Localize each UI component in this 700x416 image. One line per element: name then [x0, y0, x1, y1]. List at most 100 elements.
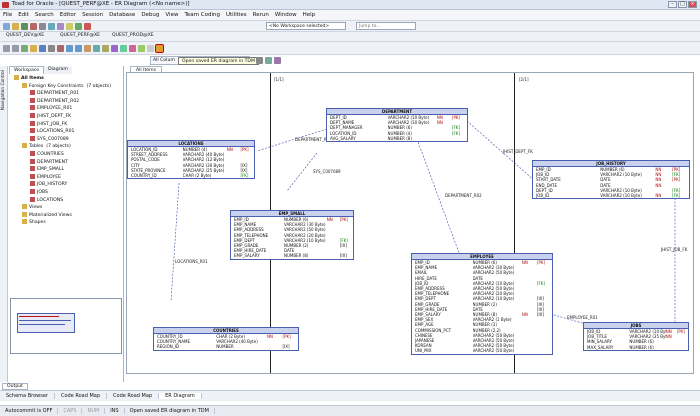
tab-workspace[interactable]: Workspace [9, 66, 45, 74]
grid-icon[interactable] [93, 45, 100, 52]
entity-department[interactable]: DEPARTMENT DEPT_ID VARCHAR2 (10 Byte) NN [PK… [326, 108, 468, 143]
entity-jobs[interactable]: JOBSJOB_IDVARCHAR2 (10 Byte)NN[PK]JOB_TI… [583, 322, 689, 351]
entity-locations[interactable]: LOCATIONS LOCATION_ID NUMBER (4) NN [PK] STRE… [127, 140, 255, 180]
editor-icon[interactable] [21, 23, 28, 30]
tree-item[interactable]: COUNTRIES [14, 150, 122, 159]
open-diagram-icon[interactable] [30, 45, 37, 52]
entity-column-row[interactable]: AVG_SALARY NUMBER (8) [327, 136, 467, 141]
export-icon[interactable] [129, 45, 136, 52]
tree-item[interactable]: LOCATIONS [14, 196, 122, 205]
menu-help[interactable]: Help [300, 12, 319, 18]
tree-item[interactable]: Shapes [14, 219, 122, 227]
menu-utilities[interactable]: Utilities [223, 12, 250, 18]
entity-column-row[interactable]: REGION_ID NUMBER [IX] [154, 344, 298, 349]
er-diagram-canvas[interactable]: [1/1] [2/1] DEPARTMENT_R01 SYS_C007089 J… [126, 72, 694, 374]
tree-item-label: Tables [29, 144, 44, 150]
zoom-out-icon[interactable] [75, 45, 82, 52]
zoom-in-icon[interactable] [66, 45, 73, 52]
relation-label: SYS_C007089 [313, 169, 341, 174]
save-icon[interactable] [39, 45, 46, 52]
window-tab-code-road-map[interactable]: Code Road Map [55, 393, 108, 399]
explain-icon[interactable] [48, 23, 55, 30]
tree-item[interactable]: EMPLOYEE_R01 [14, 105, 122, 113]
close-button[interactable]: × [688, 1, 697, 8]
layout-icon[interactable] [84, 45, 91, 52]
menu-team-coding[interactable]: Team Coding [181, 12, 223, 18]
menu-session[interactable]: Session [79, 12, 106, 18]
entity-column-row[interactable]: JOB_ID VARCHAR2 (10 Byte) NN [FK] [533, 193, 689, 198]
compare-icon[interactable] [120, 45, 127, 52]
rollback-icon[interactable] [84, 23, 91, 30]
entity-column-row[interactable]: MAX_SALARY NUMBER (6) [584, 345, 688, 350]
refresh-icon[interactable] [66, 23, 73, 30]
tree-item[interactable]: DEPARTMENT_R02 [14, 97, 122, 106]
tree-item[interactable]: EMP_SMALL [14, 166, 122, 174]
tree-item[interactable]: JHIST_JOB_FK [14, 120, 122, 129]
tree-item[interactable]: Foreign Key Constraints (7 objects) [14, 82, 122, 91]
menu-search[interactable]: Search [32, 12, 57, 18]
tree-item[interactable]: All Items [14, 75, 122, 83]
delete-icon[interactable] [57, 45, 64, 52]
add-table-icon[interactable] [21, 45, 28, 52]
notes-icon[interactable] [102, 45, 109, 52]
entity-job-history[interactable]: JOB_HISTORY EMP_ID NUMBER (6) NN [PK] JOB_ID V… [532, 160, 690, 200]
menu-editor[interactable]: Editor [57, 12, 79, 18]
forward-icon[interactable] [12, 45, 19, 52]
open-icon[interactable] [12, 23, 19, 30]
model-icon[interactable] [138, 45, 145, 52]
folder-icon [22, 143, 27, 149]
menu-window[interactable]: Window [272, 12, 300, 18]
tab-output[interactable]: Output [2, 383, 28, 390]
minimize-button[interactable]: – [668, 1, 677, 8]
column-name: EMP_SALARY [234, 253, 260, 259]
tree-item[interactable]: Materialized Views [14, 211, 122, 220]
tree-item[interactable]: EMPLOYEE [14, 173, 122, 182]
navigation-sidebar: Navigation Control Workspace Diagram All… [0, 66, 124, 382]
menu-debug[interactable]: Debug [138, 12, 162, 18]
menu-database[interactable]: Database [106, 12, 138, 18]
tree-item[interactable]: JOBS [14, 188, 122, 197]
menu-file[interactable]: File [0, 12, 15, 18]
tree-item[interactable]: DEPARTMENT_R01 [14, 90, 122, 98]
tree-item[interactable]: Views [14, 204, 122, 212]
tree-item[interactable]: SYS_C007089 [14, 135, 122, 144]
settings-icon[interactable] [147, 45, 154, 52]
menu-view[interactable]: View [162, 12, 181, 18]
tree-item[interactable]: LOCATIONS_R01 [14, 128, 122, 136]
sql-icon[interactable] [39, 23, 46, 30]
connection-tab-perf[interactable]: QUEST_PERF@XE [60, 33, 100, 38]
open-tdm-icon[interactable] [155, 44, 164, 53]
filter-icon[interactable] [265, 57, 272, 64]
jump-to-input[interactable]: Jump to... [356, 22, 416, 30]
back-icon[interactable] [3, 45, 10, 52]
session-icon[interactable] [57, 23, 64, 30]
entity-column-row[interactable]: EMP_SALARY NUMBER (8) [IX] [231, 253, 353, 258]
entity-column-row[interactable]: UNI_MIX VARCHAR2 (50 Byte) [412, 348, 552, 353]
pin-icon[interactable] [256, 57, 263, 64]
menu-edit[interactable]: Edit [15, 12, 32, 18]
schema-browser-icon[interactable] [30, 23, 37, 30]
new-connection-icon[interactable] [3, 23, 10, 30]
window-tab-er-diagram[interactable]: ER Diagram [159, 393, 202, 399]
connection-tab-dev[interactable]: QUEST_DEV@XE [6, 33, 44, 38]
options-icon[interactable] [274, 57, 281, 64]
entity-countries[interactable]: COUNTRIES COUNTRY_ID CHAR (2 Byte) NN [PK] CO… [153, 327, 299, 351]
tree-item[interactable]: DEPARTMENT [14, 158, 122, 167]
window-tab-schema-browser[interactable]: Schema Browser [0, 393, 55, 399]
entity-emp-small[interactable]: EMP_SMALL EMP_ID NUMBER (6) NN [PK] EMP_NAME V… [230, 210, 354, 260]
tree-item[interactable]: JOB_HISTORY [14, 181, 122, 189]
commit-icon[interactable] [75, 23, 82, 30]
entity-employee[interactable]: EMPLOYEE EMP_ID NUMBER (6) NN [PK] EMP_NAME VA… [411, 253, 553, 355]
window-tab-code-road-map-2[interactable]: Code Road Map [107, 393, 160, 399]
tree-item[interactable]: Tables (7 objects) [14, 143, 122, 151]
report-icon[interactable] [111, 45, 118, 52]
diagram-overview[interactable] [10, 298, 122, 354]
connection-tab-prod[interactable]: QUEST_PROD@XE [112, 33, 154, 38]
entity-column-row[interactable]: COUNTRY_ID CHAR (2 Byte) [FK] [128, 173, 254, 178]
tree-item[interactable]: JHIST_DEPT_FK [14, 112, 122, 121]
tab-diagram[interactable]: Diagram [44, 66, 72, 74]
menu-rerun[interactable]: Rerun [250, 12, 272, 18]
print-icon[interactable] [48, 45, 55, 52]
workspace-select[interactable]: <No Workspace selected> [266, 22, 346, 30]
maximize-button[interactable]: □ [678, 1, 687, 8]
